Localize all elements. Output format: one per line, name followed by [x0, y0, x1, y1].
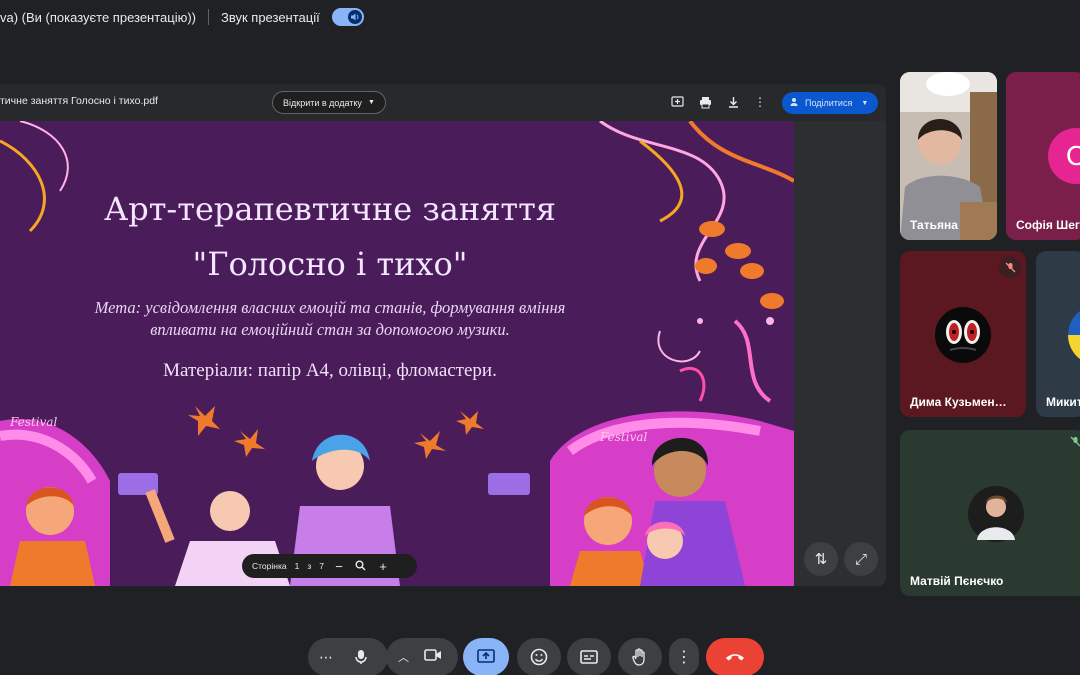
festival-sign-right: Festival	[599, 430, 648, 444]
mic-off-icon	[999, 256, 1021, 278]
participant-tile-sofia[interactable]: С Софія Шег	[1006, 72, 1080, 240]
volume-icon	[347, 10, 362, 24]
presentation-top-bar: va) (Ви (показуєте презентацію)) Звук пр…	[0, 0, 1080, 34]
participant-video	[900, 72, 997, 240]
videocam-icon	[424, 649, 441, 661]
avatar	[1068, 311, 1080, 359]
page-label: Сторінка	[252, 561, 287, 571]
participant-name: Матвій Пєнєчко	[910, 574, 1004, 588]
emoji-icon	[530, 648, 548, 666]
add-comment-icon[interactable]	[668, 93, 686, 111]
pdf-filename: тичне заняття Голосно і тихо.pdf	[0, 95, 158, 107]
avatar	[968, 486, 1024, 542]
mic-icon	[355, 650, 367, 664]
present-button[interactable]	[463, 638, 509, 675]
festival-sign-left: Festival	[9, 415, 58, 429]
zoom-out-icon[interactable]: −	[332, 559, 346, 574]
meet-window: va) (Ви (показуєте презентацію)) Звук пр…	[0, 0, 1080, 675]
end-call-button[interactable]	[706, 638, 764, 675]
raise-hand-icon	[632, 648, 645, 666]
slide-title-line2: "Голосно і тихо"	[192, 245, 468, 283]
print-icon[interactable]	[696, 93, 714, 111]
open-with-button[interactable]: Відкрити в додатку ▼	[272, 91, 386, 114]
mic-active-icon	[1070, 436, 1080, 450]
raise-hand-button[interactable]	[618, 638, 662, 675]
dropdown-arrow-icon: ▼	[861, 99, 869, 107]
fullscreen-icon[interactable]: ⤢	[844, 542, 878, 576]
avatar-initial: С	[1065, 140, 1080, 171]
search-icon[interactable]	[354, 559, 368, 574]
participant-tile-matvii[interactable]: Матвій Пєнєчко	[900, 430, 1080, 596]
pdf-side-panel: ⇅ ⤢	[794, 121, 886, 586]
camera-button[interactable]	[424, 648, 442, 666]
call-end-icon	[726, 654, 744, 661]
participant-tile-tatiana[interactable]: Татьяна	[900, 72, 997, 240]
captions-button[interactable]	[567, 638, 611, 675]
slide-goal: Мета: усвідомлення власних емоцій та ста…	[0, 297, 660, 341]
call-controls: ⋯ ︿ ⋮	[0, 634, 1080, 675]
participant-tile-dima[interactable]: Дима Кузьмен…	[900, 251, 1026, 417]
slide-title-line1: Арт-терапевтичне заняття	[104, 190, 556, 228]
person-add-icon	[790, 97, 800, 109]
avatar	[935, 307, 991, 363]
page-current[interactable]: 1	[295, 561, 300, 571]
participant-tile-mykyta[interactable]: Микит	[1036, 251, 1080, 417]
reactions-button[interactable]	[517, 638, 561, 675]
avatar: С	[1048, 128, 1080, 184]
share-button[interactable]: Поділитися ▼	[782, 92, 879, 114]
presentation-frame: тичне заняття Голосно і тихо.pdf Відкрит…	[0, 84, 886, 586]
present-to-all-icon	[477, 649, 495, 663]
share-label: Поділитися	[805, 98, 853, 108]
captions-icon	[580, 650, 598, 664]
more-horiz-icon[interactable]: ⋯	[319, 649, 333, 666]
more-vert-icon[interactable]: ⋮	[751, 93, 769, 111]
slide-materials: Матеріали: папір А4, олівці, фломастери.	[163, 360, 497, 381]
slide-goal-line1: Мета: усвідомлення власних емоцій та ста…	[94, 298, 566, 317]
pdf-toolbar: тичне заняття Голосно і тихо.pdf Відкрит…	[0, 84, 886, 121]
page-navigator: Сторінка 1 з 7 − +	[242, 554, 417, 578]
slide-canvas: Festival Festival Арт-терапевтичне занят…	[0, 121, 794, 586]
more-vert-icon: ⋮	[676, 649, 692, 666]
dropdown-arrow-icon: ▼	[367, 99, 375, 106]
chevron-up-icon[interactable]: ︿	[398, 649, 409, 665]
divider	[208, 9, 210, 25]
participant-name: Татьяна	[910, 218, 958, 232]
mic-button[interactable]	[342, 638, 380, 675]
slide-goal-line2: впливати на емоційний стан за допомогою …	[150, 320, 510, 339]
presentation-audio-label: Звук презентації	[221, 9, 320, 25]
page-total: 7	[319, 561, 324, 571]
presenter-label: va) (Ви (показуєте презентацію))	[0, 9, 197, 25]
download-icon[interactable]	[724, 93, 742, 111]
zoom-in-icon[interactable]: +	[376, 559, 390, 574]
participant-name: Дима Кузьмен…	[910, 395, 1007, 409]
more-options-button[interactable]: ⋮	[669, 638, 699, 675]
camera-controls-group: ︿	[386, 638, 458, 675]
swap-layout-icon[interactable]: ⇅	[804, 542, 838, 576]
page-of: з	[307, 561, 312, 571]
presentation-audio-toggle[interactable]	[331, 8, 364, 26]
participant-name: Софія Шег	[1016, 218, 1080, 232]
audio-controls-group: ⋯	[308, 638, 388, 675]
open-with-label: Відкрити в додатку	[283, 97, 362, 108]
participant-name: Микит	[1046, 395, 1080, 409]
